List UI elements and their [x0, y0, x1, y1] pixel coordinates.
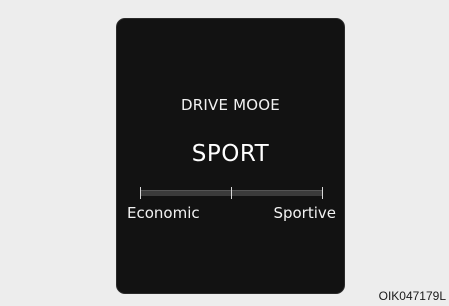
drive-mode-scale [140, 187, 323, 199]
scale-tick-left [140, 187, 141, 199]
image-code-label: OIK047179L [378, 289, 446, 303]
scale-tick-right [322, 187, 323, 199]
scale-label-economic: Economic [127, 204, 200, 222]
drive-mode-title: DRIVE MOOE [181, 96, 280, 114]
scale-label-sportive: Sportive [273, 204, 336, 222]
scale-tick-middle [231, 187, 232, 199]
drive-mode-display: DRIVE MOOE SPORT Economic Sportive [116, 18, 345, 294]
drive-mode-value: SPORT [191, 141, 270, 167]
